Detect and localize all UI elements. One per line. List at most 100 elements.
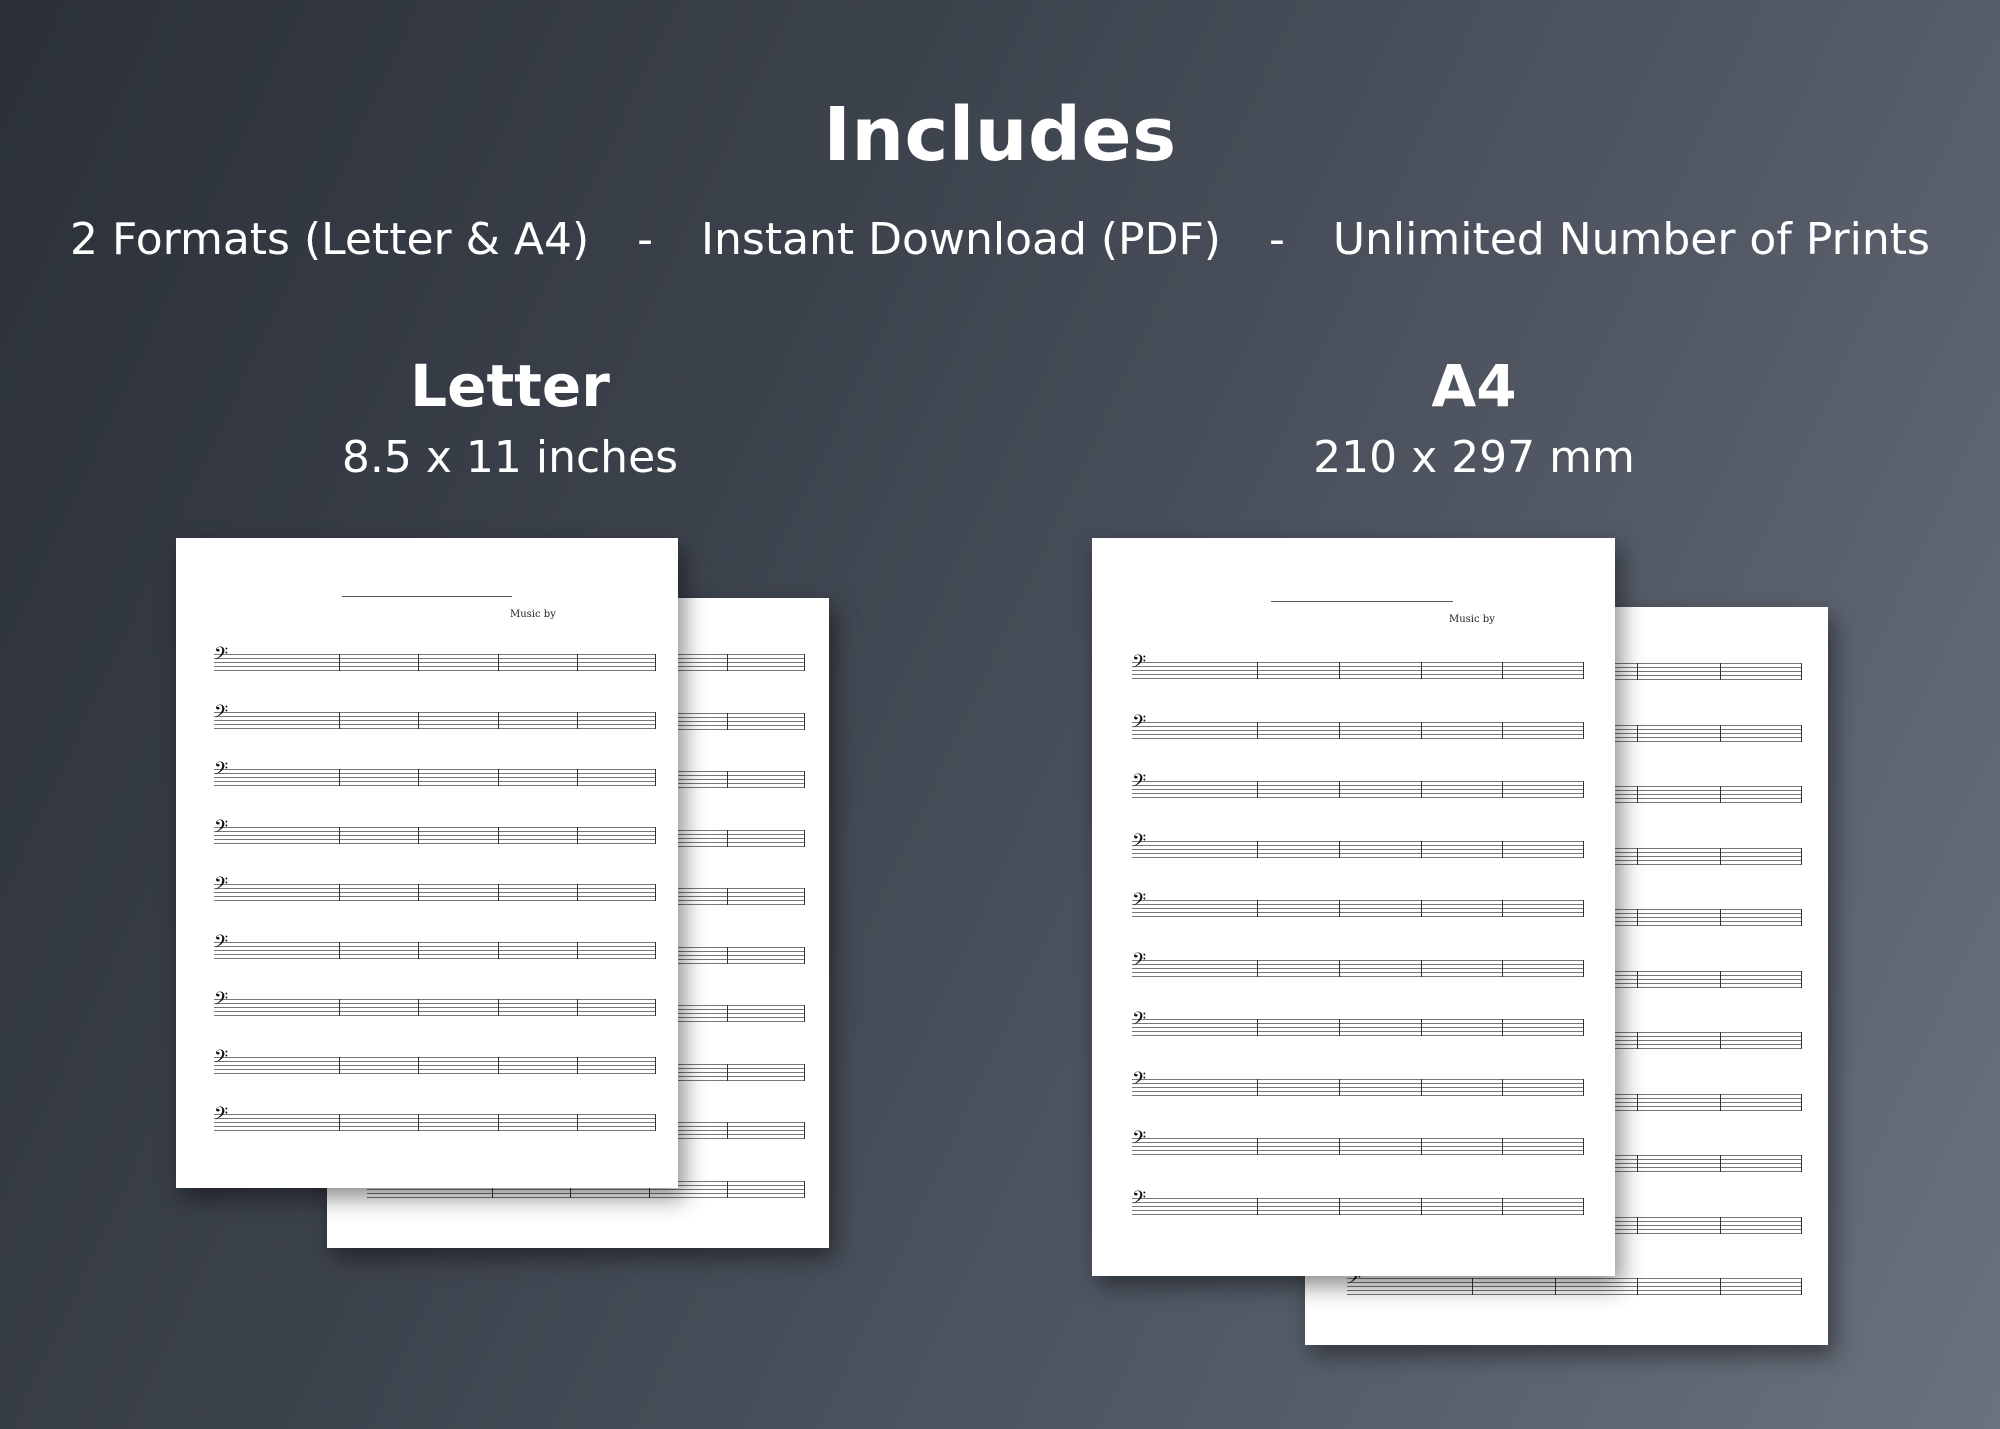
bar-line [1719,1278,1721,1295]
bar-line [804,946,805,964]
bar-line [804,1180,805,1198]
feature-formats: 2 Formats (Letter & A4) [70,214,590,265]
bar-line [1637,970,1638,988]
bar-line [576,884,578,901]
staff-line [214,719,656,721]
title-blank-line [1271,601,1453,602]
bar-line [726,946,728,964]
staff-line [1132,1031,1584,1032]
bar-line [1583,781,1584,798]
bar-line [1801,970,1802,988]
staff-line [1132,1213,1584,1215]
bar-line [1420,1019,1422,1036]
staff-line [214,777,656,778]
staff-line [1132,840,1584,842]
bar-line [1338,1019,1340,1036]
bar-line [576,769,578,786]
bar-line [804,654,805,671]
staff-row: 𝄢 [214,876,656,901]
bar-line [418,884,420,901]
bar-line [576,1114,578,1131]
staff-line [214,1130,656,1131]
staff-line [1132,1027,1584,1028]
bar-line [576,654,578,671]
staff-line [1132,916,1584,917]
staff-line [1132,797,1584,798]
bar-line [804,1122,805,1139]
staff-line [1132,1094,1584,1096]
staff-row: 𝄢 [214,703,656,729]
bar-line [1502,1078,1504,1096]
staff-line [1132,904,1584,905]
bar-line [1719,1093,1721,1111]
bar-line [1502,959,1504,977]
staff-line [214,896,656,897]
bar-line [1801,847,1802,865]
staff-line [1132,674,1584,675]
bar-line [1502,1138,1504,1155]
bar-line [1637,724,1638,742]
bar-line [497,999,499,1016]
bar-line [1801,909,1802,926]
bass-clef-icon: 𝄢 [1132,890,1147,915]
letter-front-page-preview: Music by 𝄢 𝄢 𝄢 𝄢 𝄢 𝄢 𝄢 𝄢 𝄢 [176,538,678,1188]
staff-line [214,1015,656,1016]
feature-list: 2 Formats (Letter & A4) - Instant Downlo… [0,214,2000,265]
bar-line [1257,781,1258,798]
bar-line [418,826,420,844]
bar-line [1338,900,1340,917]
bar-line [655,884,656,901]
staff-line [1132,789,1584,790]
staff-line [1132,1205,1584,1207]
staff-line [1132,1082,1584,1084]
staff-line [214,1060,656,1062]
bar-line [497,941,499,959]
letter-format-title: Letter [410,352,610,420]
bass-clef-icon: 𝄢 [1132,1068,1147,1094]
staff-line [214,888,656,889]
bar-line [576,711,578,729]
staff-line [1132,1023,1584,1024]
bar-line [804,771,805,788]
bar-line [726,712,728,730]
bar-line [726,1180,728,1198]
music-by-label: Music by [1449,614,1495,625]
staff-line [214,723,656,725]
staff-line [214,711,656,713]
staff-line [1132,670,1584,671]
staff-line [1347,1294,1802,1295]
staff-line [1132,1138,1584,1139]
staff-row: 𝄢 [1132,951,1584,977]
feature-prints: Unlimited Number of Prints [1332,214,1930,265]
staff-line [214,884,656,885]
bar-line [339,941,340,959]
bar-line [1420,1138,1422,1155]
bar-line [339,999,340,1016]
bar-line [1637,1278,1638,1295]
bar-line [726,829,728,847]
bar-line [1338,1078,1340,1096]
bar-line [418,711,420,729]
staff-line [214,957,656,959]
bar-line [1719,1032,1721,1049]
bar-line [726,1122,728,1139]
staff-line [1132,1197,1584,1199]
bar-line [655,999,656,1016]
staff-row: 𝄢 [1132,654,1584,679]
staff-line [214,781,656,782]
bass-clef-icon: 𝄢 [214,816,229,842]
bar-line [497,654,499,671]
staff-line [214,658,656,659]
bar-line [1554,1278,1556,1295]
staff-line [214,842,656,844]
bar-line [1801,663,1802,680]
staff-row: 𝄢 [214,646,656,671]
staff-row: 𝄢 [1132,1130,1584,1155]
a4-format-size: 210 x 297 mm [1313,432,1635,483]
bar-line [804,829,805,847]
bar-line [655,769,656,786]
bar-line [1420,721,1422,739]
staff-row: 𝄢 [1347,1270,1802,1295]
bar-line [1637,786,1638,803]
bass-clef-icon: 𝄢 [1132,711,1147,737]
